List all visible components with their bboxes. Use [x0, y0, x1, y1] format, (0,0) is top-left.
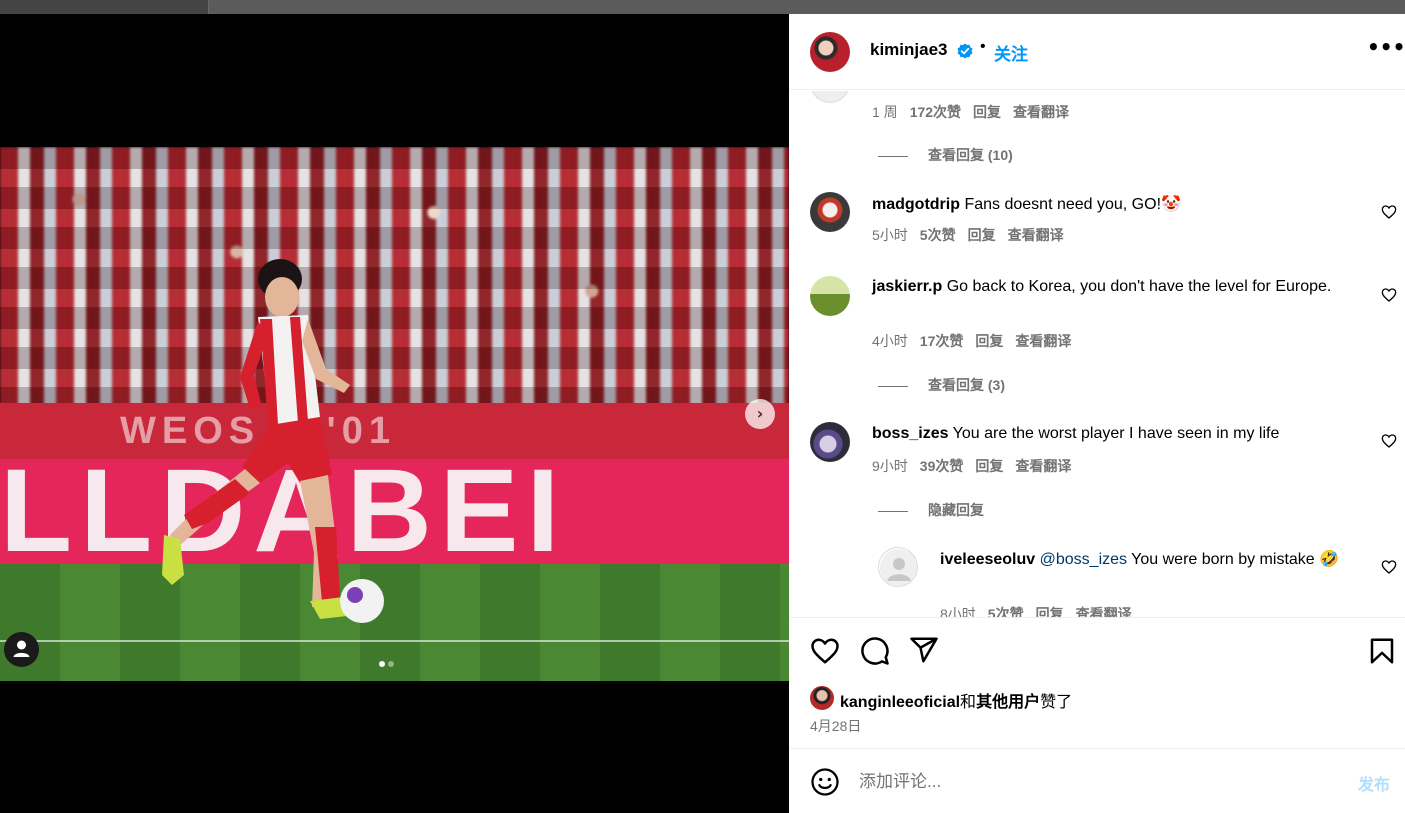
stadium-banner: WEOS D '01	[0, 403, 789, 459]
share-icon[interactable]	[909, 635, 939, 665]
reply-button[interactable]: 回复	[973, 104, 1001, 120]
follow-button[interactable]: 关注	[994, 40, 1028, 65]
reply-item: iveleeseoluv @boss_izes You were born by…	[789, 547, 1405, 617]
reply-button[interactable]: 回复	[975, 458, 1003, 474]
likes-summary: kanginleeoficial和其他用户赞了	[840, 688, 1072, 712]
comment-like-heart-icon[interactable]	[1381, 287, 1397, 303]
comment-text: Go back to Korea, you don't have the lev…	[946, 278, 1332, 295]
translate-button[interactable]: 查看翻译	[1013, 104, 1069, 120]
author-username[interactable]: kiminjae3	[870, 40, 948, 60]
comments-list[interactable]: 1 周 172次赞 回复 查看翻译 查看回复 (10) madgotdrip Fans…	[789, 91, 1405, 617]
reply-meta: 8小时 5次赞 回复 查看翻译	[940, 604, 1132, 617]
reply-button[interactable]: 回复	[1036, 606, 1064, 617]
publish-button[interactable]: 发布	[1358, 771, 1390, 795]
comment-time: 4小时	[872, 333, 908, 349]
comment-likes[interactable]: 5次赞	[920, 227, 956, 243]
comment-avatar[interactable]	[810, 276, 850, 316]
reply-emoji: 🤣	[1319, 551, 1340, 568]
comment-avatar[interactable]	[810, 91, 850, 103]
post-media: WEOS D '01 LLDABEI ›	[0, 14, 789, 813]
comment-like-heart-icon[interactable]	[1381, 433, 1397, 449]
reply-username[interactable]: iveleeseoluv	[940, 551, 1035, 568]
verified-badge-icon	[957, 43, 973, 59]
carousel-dot	[388, 661, 394, 667]
post-photo: WEOS D '01 LLDABEI	[0, 147, 789, 681]
emoji-icon[interactable]	[810, 767, 840, 797]
liker-avatar[interactable]	[810, 686, 834, 710]
comment-time: 5小时	[872, 227, 908, 243]
add-comment-input[interactable]	[859, 771, 1319, 793]
view-replies-button[interactable]: 查看回复 (10)	[878, 145, 1013, 165]
comment-username[interactable]: jaskierr.p	[872, 278, 942, 295]
bookmark-icon[interactable]	[1367, 636, 1397, 666]
translate-button[interactable]: 查看翻译	[1015, 458, 1071, 474]
comment-item: boss_izes You are the worst player I hav…	[789, 422, 1405, 532]
author-avatar[interactable]	[810, 32, 850, 72]
liker-username[interactable]: kanginleeoficial	[840, 694, 960, 711]
post-actions: kanginleeoficial和其他用户赞了 4月28日	[789, 617, 1405, 747]
more-options-icon[interactable]: •••	[1367, 37, 1405, 62]
comment-body: jaskierr.p Go back to Korea, you don't h…	[872, 276, 1332, 298]
pitch-grass	[0, 564, 789, 681]
reply-body: iveleeseoluv @boss_izes You were born by…	[940, 549, 1340, 571]
comment-meta: 5小时 5次赞 回复 查看翻译	[872, 225, 1064, 245]
reply-likes[interactable]: 5次赞	[988, 606, 1024, 617]
translate-button[interactable]: 查看翻译	[1015, 333, 1071, 349]
crowd-shade	[0, 147, 789, 409]
comment-time: 9小时	[872, 458, 908, 474]
hide-replies-button[interactable]: 隐藏回复	[878, 500, 984, 520]
next-media-button[interactable]: ›	[745, 399, 775, 429]
view-replies-button[interactable]: 查看回复 (3)	[878, 375, 1005, 395]
comment-meta: 4小时 17次赞 回复 查看翻译	[872, 331, 1071, 351]
comment-meta: 1 周 172次赞 回复 查看翻译	[872, 102, 1069, 122]
reply-avatar[interactable]	[878, 547, 918, 587]
comment-like-heart-icon[interactable]	[1381, 204, 1397, 220]
browser-tab-strip	[0, 0, 209, 14]
comment-likes[interactable]: 39次赞	[920, 458, 964, 474]
comment-username[interactable]: boss_izes	[872, 425, 948, 442]
comment-item: madgotdrip Fans doesnt need you, GO!🤡 5小…	[789, 192, 1405, 252]
pitch-line	[0, 640, 789, 642]
carousel-dot-active	[379, 661, 385, 667]
comment-emoji: 🤡	[1161, 196, 1181, 213]
comment-body: madgotdrip Fans doesnt need you, GO!🤡	[872, 194, 1332, 216]
comment-likes[interactable]: 17次赞	[920, 333, 964, 349]
reply-mention[interactable]: @boss_izes	[1040, 551, 1127, 568]
comment-username[interactable]: madgotdrip	[872, 196, 960, 213]
reply-text: You were born by mistake	[1131, 551, 1315, 568]
comment-avatar[interactable]	[810, 422, 850, 462]
comment-meta: 9小时 39次赞 回复 查看翻译	[872, 456, 1071, 476]
comment-text: You are the worst player I have seen in …	[952, 425, 1280, 442]
comment-likes[interactable]: 172次赞	[910, 104, 961, 120]
liked-and: 和	[960, 694, 977, 711]
add-comment-bar: 发布	[789, 748, 1405, 813]
carousel-indicator	[379, 654, 403, 667]
comment-text: Fans doesnt need you, GO!	[964, 196, 1162, 213]
post-date[interactable]: 4月28日	[810, 716, 861, 736]
comment-time: 1 周	[872, 104, 898, 120]
post-details-panel: kiminjae3 • 关注 ••• 1 周 172次赞 回复 查看翻译 查看回复 (…	[789, 14, 1405, 813]
football-player	[162, 259, 384, 623]
browser-top-strip	[0, 0, 1405, 14]
liked-suffix: 赞了	[1040, 694, 1073, 711]
reply-button[interactable]: 回复	[975, 333, 1003, 349]
comment-icon[interactable]	[860, 636, 890, 666]
header-separator: •	[980, 38, 986, 55]
post-header: kiminjae3 • 关注 •••	[789, 14, 1405, 90]
reply-button[interactable]: 回复	[968, 227, 996, 243]
translate-button[interactable]: 查看翻译	[1008, 227, 1064, 243]
reply-time: 8小时	[940, 606, 976, 617]
translate-button[interactable]: 查看翻译	[1076, 606, 1132, 617]
user-tag-icon	[13, 640, 30, 657]
comment-item: jaskierr.p Go back to Korea, you don't h…	[789, 276, 1405, 393]
liked-others-link[interactable]: 其他用户	[976, 694, 1040, 711]
led-advertising-board: LLDABEI	[0, 459, 789, 564]
comment-avatar[interactable]	[810, 192, 850, 232]
heart-icon[interactable]	[810, 636, 840, 666]
default-avatar-icon	[880, 549, 917, 586]
tagged-users-button[interactable]	[4, 632, 39, 667]
reply-like-heart-icon[interactable]	[1381, 559, 1397, 575]
comment-body: boss_izes You are the worst player I hav…	[872, 423, 1332, 445]
